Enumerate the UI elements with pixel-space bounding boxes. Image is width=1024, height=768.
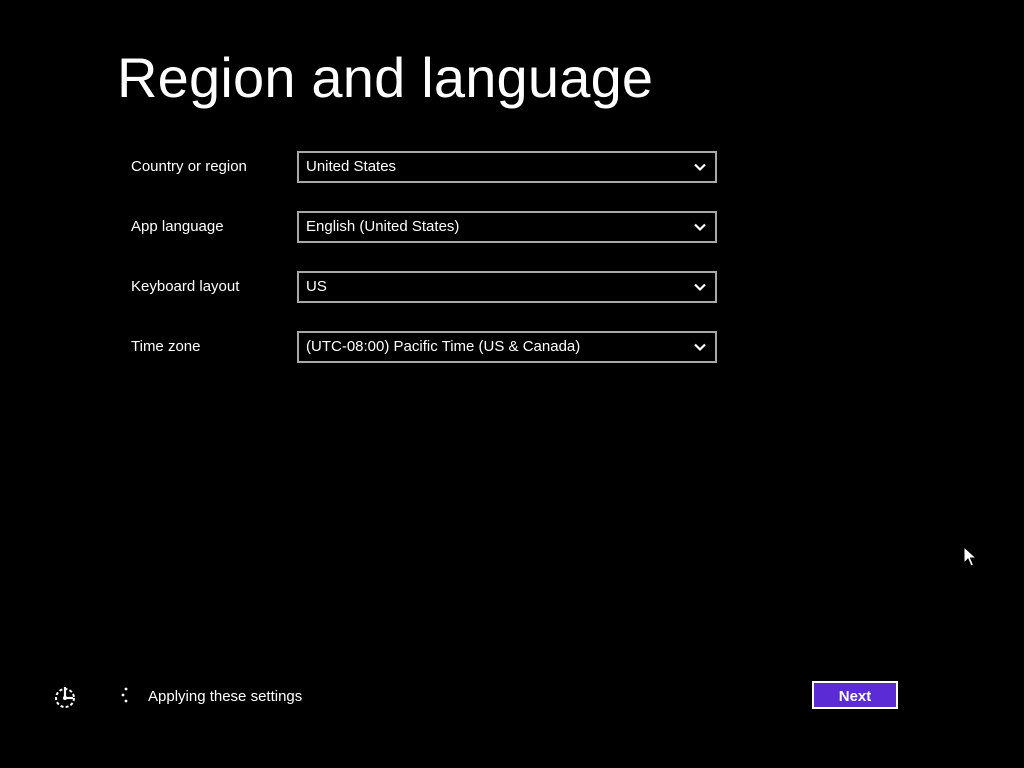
next-button[interactable]: Next [812, 681, 898, 709]
chevron-down-icon [694, 343, 706, 352]
country-select-value: United States [306, 158, 397, 175]
country-row: Country or region United States [131, 151, 721, 183]
mouse-pointer-icon [963, 546, 977, 567]
country-select[interactable]: United States [297, 151, 717, 183]
chevron-down-icon [694, 163, 706, 172]
app-language-select[interactable]: English (United States) [297, 211, 717, 243]
chevron-down-icon [694, 283, 706, 292]
loading-spinner-icon [121, 687, 128, 703]
page-title: Region and language [117, 46, 654, 109]
app-language-label: App language [131, 218, 224, 235]
keyboard-layout-row: Keyboard layout US [131, 271, 721, 303]
time-zone-select[interactable]: (UTC-08:00) Pacific Time (US & Canada) [297, 331, 717, 363]
app-language-row: App language English (United States) [131, 211, 721, 243]
time-zone-select-value: (UTC-08:00) Pacific Time (US & Canada) [306, 338, 581, 355]
keyboard-layout-label: Keyboard layout [131, 278, 240, 295]
country-label: Country or region [131, 158, 247, 175]
status-text: Applying these settings [148, 688, 303, 705]
app-language-select-value: English (United States) [306, 218, 460, 235]
keyboard-layout-select-value: US [306, 278, 327, 295]
ease-of-access-icon[interactable] [52, 684, 78, 710]
chevron-down-icon [694, 223, 706, 232]
time-zone-row: Time zone (UTC-08:00) Pacific Time (US &… [131, 331, 721, 363]
oobe-screen: Region and language Country or region Un… [0, 0, 1024, 768]
time-zone-label: Time zone [131, 338, 201, 355]
keyboard-layout-select[interactable]: US [297, 271, 717, 303]
